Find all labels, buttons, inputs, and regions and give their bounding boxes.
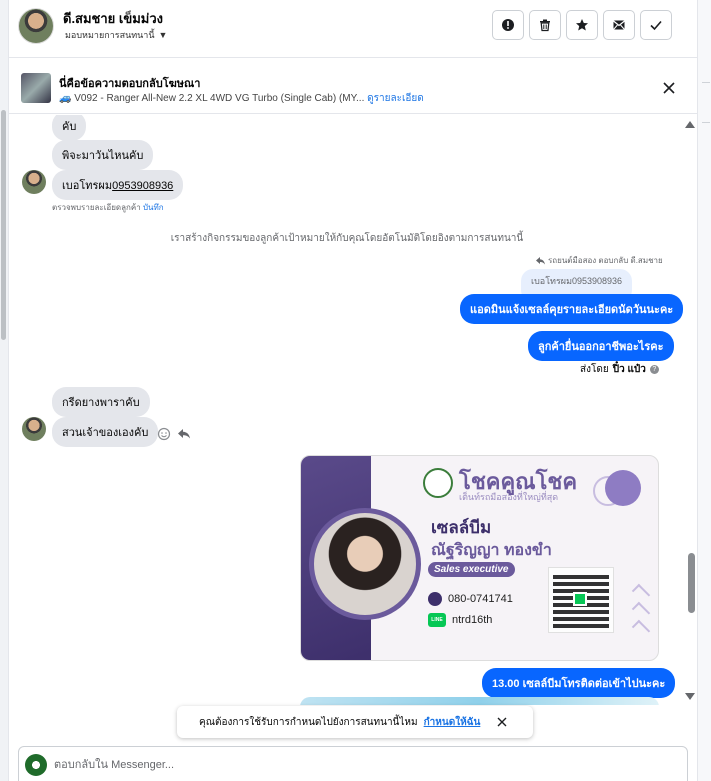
close-icon[interactable] [496,716,508,728]
ad-context-title: นี่คือข้อความตอบกลับโฆษณา [59,78,201,90]
message-text: เบอโทรผม [62,180,113,192]
right-edge-panel [697,0,711,781]
trash-icon [540,19,550,32]
mark-unread-button[interactable] [603,10,635,40]
customer-details-note: ตรวจพบรายละเอียดลูกค้า บันทึก [52,201,164,214]
delete-button[interactable] [529,10,561,40]
edge-divider [702,82,710,83]
card-phone: 080-0741741 [428,592,513,606]
contact-avatar-small [22,170,46,194]
sent-by-prefix: ส่งโดย [580,364,609,375]
message-bubble-outgoing[interactable]: ลูกค้ายื่นออกอาชีพอะไรคะ [528,331,674,361]
chevron-up-icon [631,583,651,603]
spam-icon [502,19,514,31]
mark-done-button[interactable] [640,10,672,40]
info-icon[interactable]: ? [649,365,659,374]
card-line: LINE ntrd16th [428,613,492,627]
chevron-down-icon: ▼ [158,30,168,40]
star-button[interactable] [566,10,598,40]
message-bubble-incoming[interactable]: เบอโทรผม0953908936 [52,170,184,200]
chevron-up-icon [631,619,651,639]
message-bubble-outgoing[interactable]: 13.00 เซลล์บีมโทรติดต่อเข้าไปนะคะ [482,668,676,698]
ad-reply-context: นี่คือข้อความตอบกลับโฆษณา 🚙 V092 - Range… [9,64,697,114]
ad-name: V092 - Ranger All-New 2.2 XL 4WD VG Turb… [74,93,365,104]
ad-context-subtitle: 🚙 V092 - Ranger All-New 2.2 XL 4WD VG Tu… [59,91,424,106]
scroll-down-arrow-icon[interactable] [685,693,695,700]
message-bubble-outgoing[interactable]: แอดมินแจ้งเซลล์คุยรายละเอียดนัดวันนะคะ [460,294,684,324]
assign-suggestion-toast: คุณต้องการใช้รับการกำหนดไปยังการสนทนานี้… [177,706,533,738]
emoji-react-icon[interactable] [157,427,171,441]
card-brand-subtitle: เต็นท์รถมือสองที่ใหญ่ที่สุด [459,492,559,502]
next-image-preview[interactable] [300,697,659,705]
phone-icon [428,592,442,606]
header-actions [492,10,672,40]
thread-scrollbar[interactable] [685,115,697,705]
replied-to-note: รถยนต์มือสอง ตอบกลับ ดี.สมชาย [536,254,663,267]
card-fullname: ณัฐริญญา ทองขำ [431,542,552,559]
done-icon [650,20,662,31]
system-message: เราสร้างกิจกรรมของลูกค้าเป้าหมายให้กับคุ… [170,233,524,244]
chevron-up-icon [631,601,651,621]
replied-label: รถยนต์มือสอง ตอบกลับ ดี.สมชาย [548,256,663,265]
left-rail [0,0,9,781]
mark-unread-icon [613,20,625,30]
reply-composer [18,746,688,781]
message-thread[interactable]: คับ พิจะมาวันไหนคับ เบอโทรผม0953908936 ต… [9,115,697,705]
message-bubble-incoming[interactable]: สวนเจ้าของเองคับ [52,417,159,447]
contact-avatar-small [22,417,46,441]
salesperson-photo [314,513,416,615]
card-nickname: เซลล์บีม [431,518,492,537]
page-avatar [25,754,47,776]
ad-details-link[interactable]: ดูรายละเอียด [367,93,424,104]
message-bubble-incoming[interactable]: คับ [52,115,87,141]
assign-label: มอบหมายการสนทนานี้ [65,30,155,40]
card-role: Sales executive [428,562,515,577]
sender-name: ปิ๋ว แป๋ว [612,364,646,375]
card-line-id: ntrd16th [452,614,493,626]
assign-to-me-link[interactable]: กำหนดให้ฉัน [424,715,481,730]
scroll-up-arrow-icon[interactable] [685,121,695,128]
scrollbar-thumb[interactable] [688,553,695,613]
dealer-logo [423,468,453,498]
message-actions [157,427,191,441]
note-text: ตรวจพบรายละเอียดลูกค้า [52,203,141,212]
car-icon: 🚙 [59,93,72,104]
edge-divider [702,122,710,123]
ad-thumbnail[interactable] [21,73,51,103]
line-app-icon: LINE [428,613,446,627]
toast-text: คุณต้องการใช้รับการกำหนดไปยังการสนทนานี้… [199,716,418,728]
reply-icon[interactable] [177,427,191,441]
card-phone-number: 080-0741741 [448,593,513,605]
close-icon[interactable] [661,80,677,96]
contact-avatar[interactable] [18,8,54,44]
contact-name[interactable]: ดี.สมชาย เข็มม่วง [63,8,163,29]
conversation-header: ดี.สมชาย เข็มม่วง มอบหมายการสนทนานี้ ▼ [9,0,697,58]
message-bubble-incoming[interactable]: กรีดยางพาราคับ [52,387,150,417]
save-details-link[interactable]: บันทึก [143,203,164,212]
mark-spam-button[interactable] [492,10,524,40]
reply-arrow-icon [536,256,545,264]
sent-by-label: ส่งโดย ปิ๋ว แป๋ว ? [580,362,659,377]
conversation-panel: ดี.สมชาย เข็มม่วง มอบหมายการสนทนานี้ ▼ น… [9,0,697,781]
business-card-image[interactable]: โชคคูณโชค เต็นท์รถมือสองที่ใหญ่ที่สุด เซ… [300,455,659,661]
left-scrollbar-thumb[interactable] [1,110,6,340]
qr-line-logo [573,592,587,606]
card-decoration [605,470,641,506]
message-bubble-incoming[interactable]: พิจะมาวันไหนคับ [52,140,154,170]
star-icon [576,19,588,31]
phone-number-link[interactable]: 0953908936 [112,180,173,192]
assign-conversation-dropdown[interactable]: มอบหมายการสนทนานี้ ▼ [65,28,167,42]
reply-input[interactable] [54,756,654,774]
